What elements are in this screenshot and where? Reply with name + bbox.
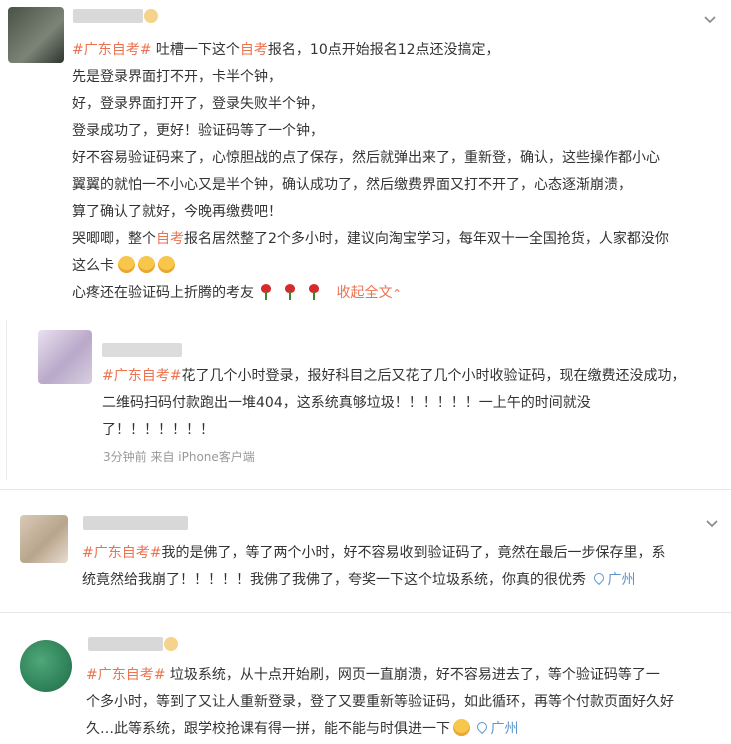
rose-emoji-icon xyxy=(260,284,272,300)
comment1-line-2: 二维码扫码付款跑出一堆404，这系统真够垃圾！！！！！！一上午的时间就没 xyxy=(102,395,591,411)
comment2-menu-chevron-icon[interactable] xyxy=(705,516,719,530)
chevron-up-icon: ⌄ xyxy=(392,286,403,300)
collapse-full-text-link[interactable]: 收起全文⌄ xyxy=(336,285,402,301)
location-link[interactable]: 广州 xyxy=(594,572,635,588)
post-username-blurred[interactable] xyxy=(73,9,143,23)
thinking-emoji-icon xyxy=(453,719,470,736)
comment2-avatar[interactable] xyxy=(20,515,68,563)
location-pin-icon xyxy=(477,722,487,735)
divider xyxy=(0,489,731,490)
comment1-avatar[interactable] xyxy=(38,330,92,384)
divider xyxy=(0,612,731,613)
comment2-line-2: 统竟然给我崩了！！！！！我佛了我佛了，夸奖一下这个垃圾系统，你真的很优秀 广州 xyxy=(82,572,636,588)
hashtag-link[interactable]: #广东自考# xyxy=(82,545,161,561)
hashtag-link[interactable]: #广东自考# xyxy=(86,667,165,683)
rose-emoji-icon xyxy=(284,284,296,300)
location-link[interactable]: 广州 xyxy=(477,721,518,737)
rose-emoji-icon xyxy=(308,284,320,300)
comment1-username-blurred[interactable] xyxy=(102,343,182,357)
comment1-line-1: #广东自考#花了几个小时登录，报好科目之后又花了几个小时收验证码，现在缴费还没成… xyxy=(102,368,686,384)
comment3-line-3: 久…此等系统，跟学校抢课有得一拼，能不能与时俱进一下 广州 xyxy=(86,719,519,737)
keyword-link[interactable]: 自考 xyxy=(156,231,184,247)
post-line-7: 算了确认了就好，今晚再缴费吧！ xyxy=(72,204,282,220)
comment1-meta: 3分钟前 来自 iPhone客户端 xyxy=(103,450,255,464)
crying-laugh-emoji-icon xyxy=(158,256,176,273)
post-line-5: 好不容易验证码来了，心惊胆战的点了保存，然后就弹出来了，重新登，确认，这些操作都… xyxy=(72,150,660,166)
post-menu-chevron-icon[interactable] xyxy=(703,12,717,26)
post-avatar[interactable] xyxy=(8,7,64,63)
post-line-6: 翼翼的就怕一不小心又是半个钟，确认成功了，然后缴费界面又打不开了，心态逐渐崩溃， xyxy=(72,177,632,193)
post-line-8: 哭唧唧，整个自考报名居然整了2个多小时，建议向淘宝学习，每年双十一全国抢货，人家… xyxy=(72,231,669,247)
post-line-9: 这么卡 xyxy=(72,256,178,276)
post-badge xyxy=(144,9,158,23)
post-line-4: 登录成功了，更好！验证码等了一个钟， xyxy=(72,123,324,139)
crying-laugh-emoji-icon xyxy=(118,256,136,273)
hashtag-link[interactable]: #广东自考# xyxy=(72,42,151,58)
location-pin-icon xyxy=(594,573,604,586)
comment3-line-2: 个多小时，等到了又让人重新登录，登了又要重新等验证码，如此循环，再等个付款页面好… xyxy=(86,694,674,710)
post-line-10: 心疼还在验证码上折腾的考友 收起全文⌄ xyxy=(72,284,403,301)
quote-left-border xyxy=(6,320,7,480)
comment1-line-3: 了！！！！！！！ xyxy=(102,422,214,438)
post-line-2: 先是登录界面打不开，卡半个钟， xyxy=(72,69,282,85)
keyword-link[interactable]: 自考 xyxy=(240,42,268,58)
post-line-1: #广东自考# 吐槽一下这个自考报名，10点开始报名12点还没搞定， xyxy=(72,42,500,58)
comment2-username-blurred[interactable] xyxy=(83,516,188,530)
comment3-line-1: #广东自考# 垃圾系统，从十点开始刷，网页一直崩溃，好不容易进去了，等个验证码等… xyxy=(86,667,660,683)
hashtag-link[interactable]: #广东自考# xyxy=(102,368,181,384)
post-line-3: 好，登录界面打开了，登录失败半个钟， xyxy=(72,96,324,112)
comment3-badge xyxy=(164,637,178,651)
comment3-avatar[interactable] xyxy=(20,640,72,692)
comment3-username-blurred[interactable] xyxy=(88,637,163,651)
crying-laugh-emoji-icon xyxy=(138,256,156,273)
comment2-line-1: #广东自考#我的是佛了，等了两个小时，好不容易收到验证码了，竟然在最后一步保存里… xyxy=(82,545,666,561)
